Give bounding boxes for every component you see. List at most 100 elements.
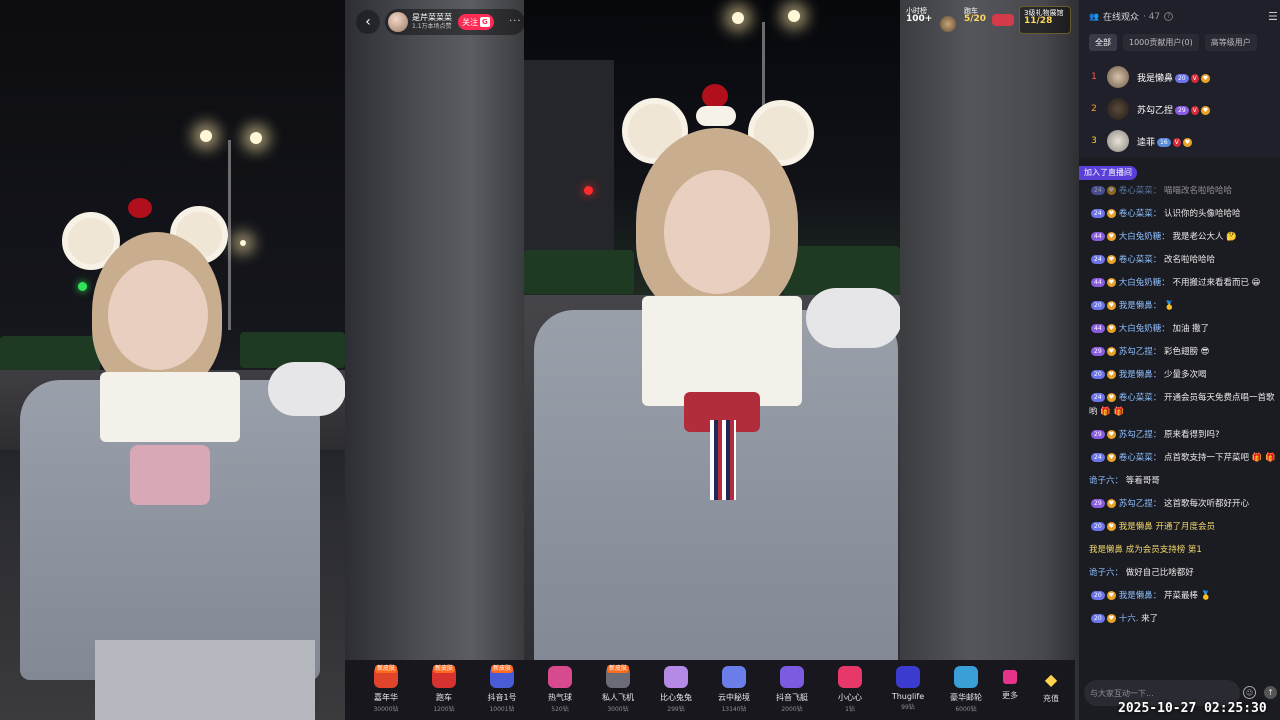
follow-button[interactable]: 关注 G (458, 14, 494, 30)
tab-all[interactable]: 全部 (1089, 34, 1117, 51)
chat-username[interactable]: 卷心菜菜： (1119, 255, 1162, 265)
recharge-button[interactable]: ◆ 充值 (1030, 664, 1072, 716)
level-badge: 20 (1091, 301, 1105, 310)
chat-username[interactable]: 苏勾乙捏： (1119, 499, 1162, 509)
hourly-rank[interactable]: 小时榜 100+ (906, 7, 932, 34)
chat-text: 🥇 (1163, 301, 1175, 311)
fan-badge-icon: ♥ (1106, 393, 1117, 402)
emoji-icon[interactable]: ☺ (1243, 686, 1256, 699)
level-badge: 29 (1091, 499, 1105, 508)
gift-item[interactable]: 云中秘境 13140钻 (705, 660, 763, 713)
follow-g-badge: G (480, 17, 490, 27)
chat-username[interactable]: 我是懒鼻： (1119, 370, 1162, 380)
chat-username[interactable]: 我是懒鼻： (1119, 591, 1162, 601)
users-icon: 👥 (1089, 12, 1099, 21)
level-badge: 29 (1091, 347, 1105, 356)
back-button[interactable]: ‹ (356, 10, 380, 34)
more-gifts-button[interactable]: 更多 (995, 660, 1025, 701)
streamer-blurred (0, 0, 345, 720)
chat-username[interactable]: 卷心菜菜： (1119, 209, 1162, 219)
more-options-icon[interactable]: ··· (509, 16, 522, 27)
chat-text: 开通了月度会员 (1155, 522, 1215, 532)
more-gifts-icon (1003, 670, 1017, 684)
chat-text: 改名啦哈哈哈 (1163, 255, 1215, 265)
chat-username[interactable]: 大白兔奶糖： (1119, 278, 1170, 288)
fan-badge-icon: ♥ (1106, 232, 1117, 241)
chat-text: 这首歌每次听都好开心 (1163, 499, 1249, 509)
chat-username[interactable]: 我是懒鼻 (1119, 522, 1153, 532)
audience-rank-row[interactable]: 2 苏勾乙捏 29 V ♥ (1089, 96, 1211, 122)
gift-item[interactable]: 新皮肤 私人飞机 3000钻 (589, 660, 647, 713)
chat-text: 做好自己比啥都好 (1125, 568, 1194, 578)
chat-username[interactable]: 苏勾乙捏： (1119, 347, 1162, 357)
gift-wall[interactable]: 3级礼物展馆 11/28 (1019, 6, 1071, 34)
chat-username[interactable]: 我是懒鼻： (1119, 301, 1162, 311)
gift-item[interactable]: 豪华邮轮 6000钻 (937, 660, 995, 713)
audience-title: 在线观众 (1102, 13, 1139, 23)
level-badge: 44 (1091, 324, 1105, 333)
gift-item[interactable]: Thuglife 99钻 (879, 660, 937, 711)
fan-badge-icon: ♥ (1106, 255, 1117, 264)
join-notification: 加入了直播间 (1079, 166, 1137, 180)
fan-badge-icon: ♥ (1106, 499, 1117, 508)
audience-header: 👥 在线观众 · 47 ? (1089, 10, 1174, 23)
chat-username[interactable]: 我是懒鼻 (1089, 545, 1123, 555)
chat-message: 诡子六： 做好自己比啥都好 (1089, 566, 1277, 580)
chat-message: 24 ♥ 卷心菜菜： 喵喵改名啦哈哈哈 (1089, 184, 1277, 198)
fan-badge-icon: ♥ (1106, 301, 1117, 310)
chat-text: 彩色翅膀 😎 (1163, 347, 1210, 357)
fan-badge-icon: ♥ (1106, 614, 1117, 623)
avatar (1107, 130, 1129, 152)
help-icon[interactable]: ? (1164, 12, 1174, 21)
chat-username[interactable]: 十六. (1119, 614, 1139, 624)
timestamp: 2025-10-27 02:25:30 (1118, 701, 1267, 716)
gift-item[interactable]: 比心兔兔 299钻 (647, 660, 705, 713)
live-room: ‹ 是芹菜菜菜 1.1万本场点赞 关注 G ··· 小时榜 100+ 跑车 5/… (0, 0, 1280, 720)
balloon-gift-icon (548, 666, 572, 688)
send-icon[interactable]: ↑ (1264, 686, 1277, 699)
host-likes: 1.1万本场点赞 (412, 23, 452, 30)
level-badge: 44 (1091, 232, 1105, 241)
menu-icon[interactable]: ☰ (1268, 10, 1278, 23)
audience-rank-row[interactable]: 3 逵菲 16 V ♥ (1089, 128, 1193, 154)
tab-top-contributors[interactable]: 1000贡献用户(0) (1123, 34, 1199, 51)
blur-panel-left (345, 0, 525, 720)
chat-username[interactable]: 大白兔奶糖： (1119, 324, 1170, 334)
audience-rank-row[interactable]: 1 我是懒鼻 20 V ♥ (1089, 64, 1211, 90)
chat-username[interactable]: 大白兔奶糖： (1119, 232, 1170, 242)
chat-message: 20 ♥ 十六. 来了 (1089, 612, 1277, 626)
host-info[interactable]: 是芹菜菜菜 1.1万本场点赞 关注 G (385, 9, 525, 35)
gift-item[interactable]: 新皮肤 抖音1号 10001钻 (473, 660, 531, 713)
level-badge: 24 (1091, 209, 1105, 218)
gift-item[interactable]: 新皮肤 跑车 1200钻 (415, 660, 473, 713)
chat-message: 20 ♥ 我是懒鼻 开通了月度会员 (1089, 520, 1277, 534)
gift-item[interactable]: 小心心 1钻 (821, 660, 879, 713)
car-progress[interactable]: 跑车 5/20 (964, 7, 986, 34)
chat-username[interactable]: 卷心菜菜： (1119, 453, 1162, 463)
fan-badge-icon: ♥ (1106, 186, 1117, 195)
level-badge: 20 (1091, 614, 1105, 623)
host-name: 是芹菜菜菜 (412, 13, 452, 22)
chat-username[interactable]: 卷心菜菜： (1119, 393, 1162, 403)
level-badge: 29 (1091, 430, 1105, 439)
level-badge: 20 (1091, 591, 1105, 600)
chat-username[interactable]: 苏勾乙捏： (1119, 430, 1162, 440)
chat-text: 原来看得到吗? (1163, 430, 1220, 440)
gift-item[interactable]: 抖音飞艇 2000钻 (763, 660, 821, 713)
chat-username[interactable]: 诡子六： (1089, 568, 1123, 578)
chat-text: 等着哥哥 (1125, 476, 1160, 486)
live-video[interactable] (524, 0, 900, 660)
tab-high-level[interactable]: 高等级用户 (1204, 34, 1257, 51)
chat-message: 我是懒鼻 成为会员支持榜 第1 (1089, 543, 1277, 557)
chat-list[interactable]: 24 ♥ 卷心菜菜： 喵喵改名啦哈哈哈 24 ♥ 卷心菜菜： 认识你的头像哈哈哈 44 ♥… (1089, 184, 1277, 670)
chat-text: 加油 撒了 (1172, 324, 1210, 334)
microphone (806, 288, 900, 348)
chat-username[interactable]: 诡子六： (1089, 476, 1123, 486)
chat-message: 24 ♥ 卷心菜菜： 改名啦哈哈哈 (1089, 253, 1277, 267)
gift-item[interactable]: 热气球 520钻 (531, 660, 589, 713)
chat-username[interactable]: 卷心菜菜： (1119, 186, 1162, 196)
host-avatar[interactable] (388, 12, 408, 32)
chat-message: 24 ♥ 卷心菜菜： 点首歌支持一下芹菜吧 🎁 🎁 (1089, 451, 1277, 465)
avatar (1107, 98, 1129, 120)
gift-item[interactable]: 新皮肤 嘉年华 30000钻 (357, 660, 415, 713)
